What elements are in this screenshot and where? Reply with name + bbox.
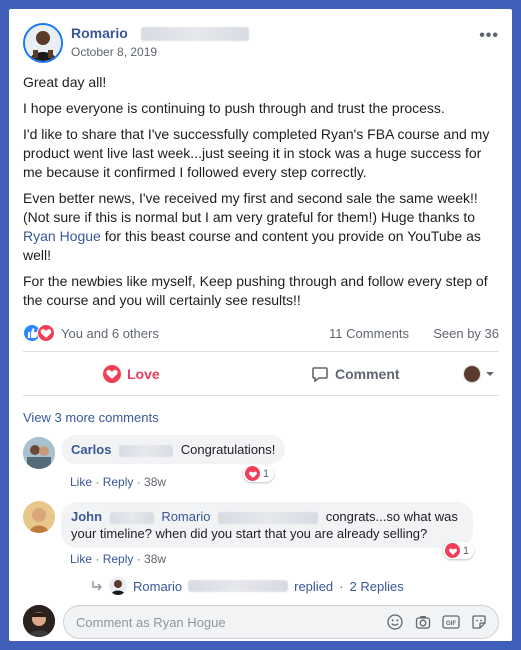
avatar [109, 577, 127, 595]
composer-icons: GIF [386, 613, 488, 631]
commenter-avatar[interactable] [23, 437, 55, 469]
post-text: Even better news, I've received my first… [23, 190, 478, 225]
mention-link[interactable]: Ryan Hogue [23, 228, 101, 244]
reply-link[interactable]: Reply [103, 552, 134, 566]
reply-author: Romario [133, 578, 183, 594]
redacted-text [188, 580, 289, 592]
comment-time[interactable]: 38w [144, 552, 166, 566]
love-button[interactable]: Love [103, 365, 160, 383]
avatar [23, 605, 55, 637]
comments-count[interactable]: 11 Comments [329, 326, 409, 341]
love-label: Love [127, 366, 160, 382]
gif-icon[interactable]: GIF [442, 613, 460, 631]
reaction-count: 1 [463, 544, 470, 557]
comment-input[interactable]: Comment as Ryan Hogue GIF [63, 605, 499, 639]
divider [23, 395, 499, 396]
avatar [463, 365, 481, 383]
author-name[interactable]: Romario [71, 25, 128, 41]
commenter-name[interactable]: Carlos [71, 442, 111, 457]
post-body: Great day all! I hope everyone is contin… [23, 73, 501, 317]
commenter-name[interactable]: John [71, 509, 102, 524]
replies-summary[interactable]: Romario replied · 2 Replies [91, 577, 404, 595]
like-link[interactable]: Like [70, 552, 92, 566]
chevron-down-icon [486, 372, 494, 376]
heart-icon [445, 543, 460, 558]
post-paragraph: Great day all! [23, 74, 107, 90]
redacted-text [119, 444, 174, 457]
separator: · [339, 578, 344, 594]
comment-reaction-badge[interactable]: 1 [443, 542, 475, 559]
like-link[interactable]: Like [70, 475, 92, 489]
comment-placeholder: Comment as Ryan Hogue [76, 615, 226, 630]
comment-label: Comment [335, 366, 400, 382]
mention-link[interactable]: Romario [161, 509, 210, 524]
action-bar: Love Comment [23, 357, 499, 393]
more-icon[interactable]: ••• [479, 27, 499, 45]
sticker-icon[interactable] [470, 613, 488, 631]
post-as-selector[interactable] [463, 365, 495, 383]
page-frame: Romario October 8, 2019 ••• Great day al… [0, 0, 521, 650]
view-more-comments[interactable]: View 3 more comments [23, 410, 159, 425]
comment-text: Congratulations! [180, 442, 276, 457]
comment-reaction-badge[interactable]: 1 [243, 465, 275, 482]
post-stats: You and 6 others 11 Comments Seen by 36 [23, 323, 499, 343]
comment-meta: Like · Reply · 38w [70, 552, 167, 566]
post-paragraph: I hope everyone is continuing to push th… [23, 100, 445, 116]
divider [23, 351, 499, 352]
comment-meta: Like · Reply · 38w [70, 475, 167, 489]
camera-icon[interactable] [414, 613, 432, 631]
comments-section: View 3 more comments Carlos Congratulati… [9, 401, 512, 641]
redacted-text [109, 511, 154, 524]
reply-count: 2 Replies [349, 578, 404, 594]
redacted-text [141, 27, 249, 41]
post-paragraph: For the newbies like myself, Keep pushin… [23, 273, 488, 308]
redacted-text [218, 511, 319, 524]
post-header: Romario October 8, 2019 ••• [23, 23, 499, 71]
reply-arrow-icon [92, 581, 102, 591]
reply-link[interactable]: Reply [103, 475, 134, 489]
reactions-text[interactable]: You and 6 others [61, 326, 159, 341]
comment-composer: Comment as Ryan Hogue GIF [23, 605, 499, 639]
comment-button[interactable]: Comment [311, 365, 400, 383]
heart-icon [103, 365, 121, 383]
comment-bubble: John Romario congrats...so what was your… [61, 502, 473, 548]
comment-bubble: Carlos Congratulations! [61, 435, 286, 464]
emoji-icon[interactable] [386, 613, 404, 631]
reaction-count: 1 [263, 467, 270, 480]
heart-icon [245, 466, 260, 481]
reply-action: replied [294, 578, 334, 594]
seen-by[interactable]: Seen by 36 [433, 326, 499, 341]
commenter-avatar[interactable] [23, 501, 55, 533]
reaction-icons[interactable] [23, 323, 59, 343]
post-card: Romario October 8, 2019 ••• Great day al… [9, 9, 512, 641]
post-paragraph: Even better news, I've received my first… [23, 189, 501, 265]
love-reaction-icon [37, 324, 55, 342]
svg-text:GIF: GIF [446, 621, 456, 627]
post-paragraph: I'd like to share that I've successfully… [23, 126, 490, 180]
author-avatar[interactable] [23, 23, 63, 63]
post-date[interactable]: October 8, 2019 [71, 45, 157, 59]
comment-time[interactable]: 38w [144, 475, 166, 489]
comment-icon [312, 367, 328, 383]
